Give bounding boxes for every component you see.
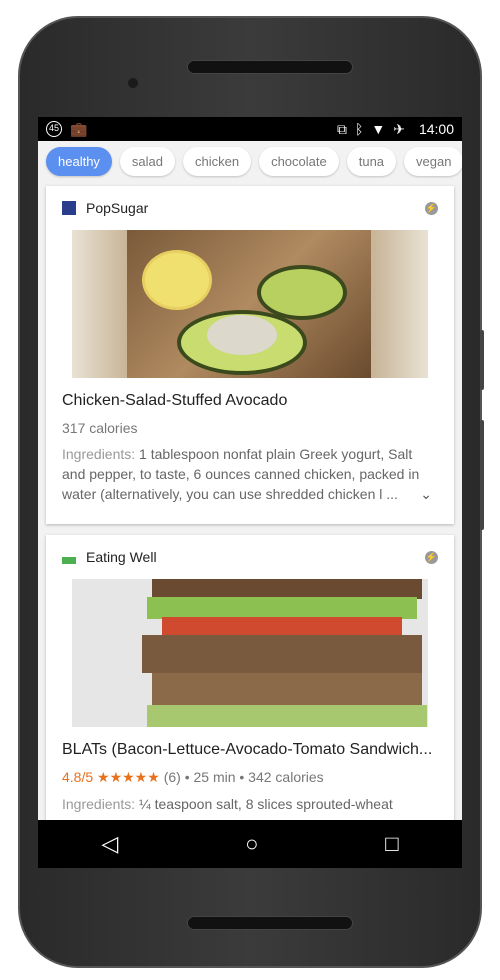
home-icon[interactable]: ○ bbox=[245, 831, 258, 857]
chip-chicken[interactable]: chicken bbox=[183, 146, 252, 176]
recipe-meta: 4.8/5 ★★★★★ (6) • 25 min • 342 calories bbox=[62, 769, 438, 786]
navigation-bar: ◁ ○ □ bbox=[38, 820, 462, 868]
chip-salad[interactable]: salad bbox=[119, 146, 175, 176]
recipe-title[interactable]: Chicken-Salad-Stuffed Avocado bbox=[62, 392, 438, 410]
amp-bolt-icon: ⚡ bbox=[425, 550, 438, 564]
status-bar: 45 💼 ⧉ ᛒ ▼ ✈ 14:00 bbox=[38, 117, 462, 141]
recents-icon[interactable]: □ bbox=[385, 831, 398, 857]
clock: 14:00 bbox=[418, 121, 454, 137]
popsugar-logo-icon bbox=[62, 201, 76, 215]
ingredients-text: Ingredients: 1 tablespoon nonfat plain G… bbox=[62, 444, 438, 504]
volume-button[interactable] bbox=[480, 420, 484, 530]
chip-tuna[interactable]: tuna bbox=[346, 146, 397, 176]
power-button[interactable] bbox=[480, 330, 484, 390]
ingredients-label: Ingredients: bbox=[62, 796, 136, 812]
recipe-image bbox=[72, 579, 428, 727]
front-camera bbox=[128, 78, 138, 88]
rating: 4.8/5 bbox=[62, 769, 94, 785]
chip-healthy[interactable]: healthy bbox=[46, 146, 112, 176]
notification-badge: 45 bbox=[46, 121, 62, 137]
top-speaker bbox=[187, 60, 353, 74]
airplane-icon: ✈ bbox=[393, 120, 405, 137]
recipe-image bbox=[72, 230, 428, 378]
source-name: PopSugar bbox=[86, 200, 149, 216]
expand-chevron-icon[interactable]: ⌄ bbox=[420, 484, 432, 504]
filter-chips: healthy salad chicken chocolate tuna veg… bbox=[38, 141, 462, 181]
recipe-meta: 317 calories bbox=[62, 420, 138, 436]
screen: 45 💼 ⧉ ᛒ ▼ ✈ 14:00 healthy salad chicken… bbox=[38, 117, 462, 868]
ingredients-text: Ingredients: ¼ teaspoon salt, 8 slices s… bbox=[62, 794, 438, 814]
chip-chocolate[interactable]: chocolate bbox=[259, 146, 339, 176]
wifi-icon: ▼ bbox=[371, 121, 386, 137]
recipe-card[interactable]: Eating Well ⚡ BLATs (Bacon-Lettuce-Avocad… bbox=[46, 535, 454, 835]
rating-stars: ★★★★★ bbox=[97, 769, 160, 785]
bluetooth-icon: ᛒ bbox=[354, 121, 364, 137]
recipe-title[interactable]: BLATs (Bacon-Lettuce-Avocado-Tomato Sand… bbox=[62, 741, 438, 759]
briefcase-icon: 💼 bbox=[70, 120, 88, 137]
recipe-card[interactable]: PopSugar ⚡ Chicken-Salad-Stuffed Avocado … bbox=[46, 186, 454, 524]
ingredients-list: ¼ teaspoon salt, 8 slices sprouted-wheat bbox=[135, 796, 393, 812]
back-icon[interactable]: ◁ bbox=[101, 831, 118, 857]
amp-bolt-icon: ⚡ bbox=[425, 201, 438, 215]
recipe-details: (6) • 25 min • 342 calories bbox=[163, 769, 324, 785]
source-name: Eating Well bbox=[86, 549, 157, 565]
eatingwell-logo-icon bbox=[62, 550, 76, 564]
bottom-speaker bbox=[187, 916, 353, 930]
chip-vegan[interactable]: vegan bbox=[404, 146, 462, 176]
cast-icon: ⧉ bbox=[336, 120, 347, 137]
ingredients-label: Ingredients: bbox=[62, 446, 136, 462]
